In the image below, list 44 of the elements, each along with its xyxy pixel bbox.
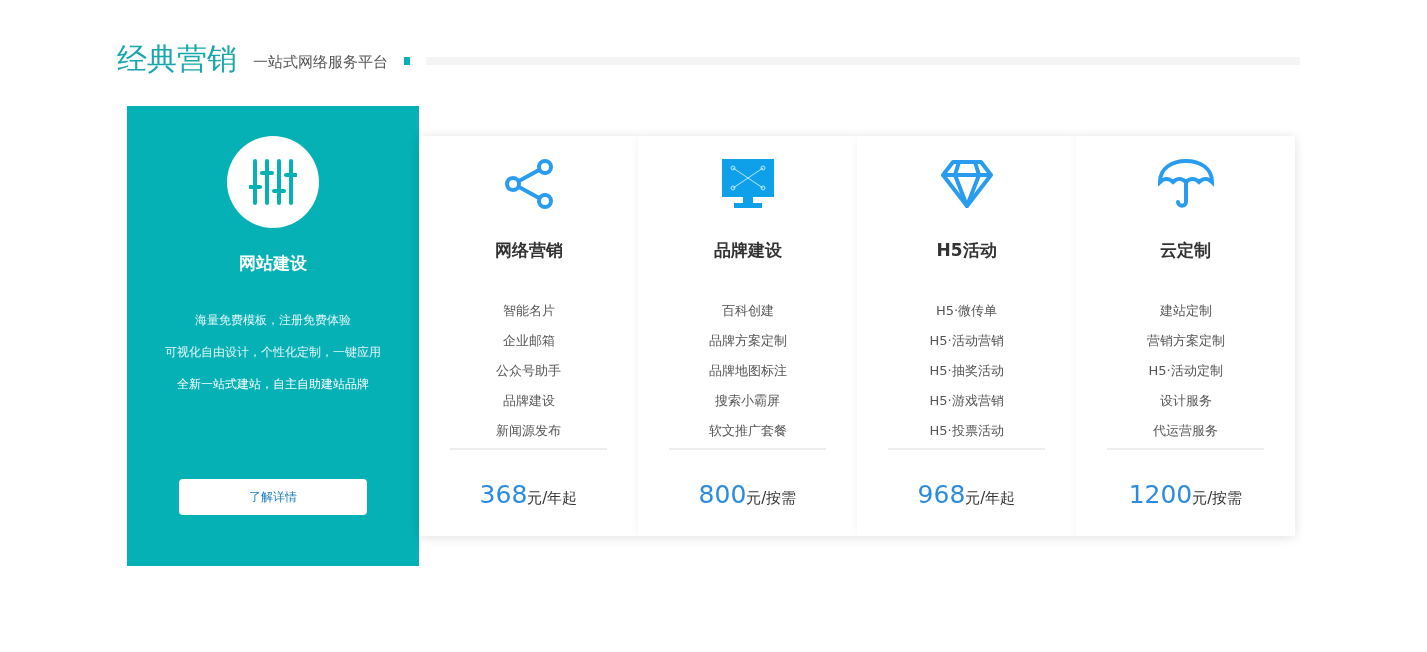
plan-feature: 搜索小霸屏	[715, 392, 780, 410]
plan-feature: 百科创建	[721, 302, 774, 320]
plan-feature: 品牌方案定制	[708, 332, 787, 350]
price-unit: 元/按需	[746, 489, 797, 508]
section-title: 经典营销	[117, 39, 237, 78]
price: 1200	[1128, 480, 1193, 509]
share-icon	[502, 157, 555, 210]
accent-square	[404, 57, 410, 65]
feature-text: 全新一站式建站，自主自助建站品牌	[177, 376, 369, 393]
plan-feature: 建站定制	[1159, 302, 1212, 320]
plan-feature: 品牌建设	[502, 392, 555, 410]
feature-text: 海量免费模板，注册免费体验	[195, 312, 351, 329]
plan-feature: H5·微传单	[935, 302, 998, 320]
plan-feature: 公众号助手	[496, 362, 561, 380]
plan-feature: H5·抽奖活动	[929, 362, 1004, 380]
price: 968	[917, 480, 966, 509]
plan-feature: 企业邮箱	[502, 332, 555, 350]
plan-feature: 品牌地图标注	[708, 362, 787, 380]
feature-text: 可视化自由设计，个性化定制，一键应用	[165, 344, 381, 361]
monitor-icon	[720, 157, 775, 210]
plan-feature: H5·活动营销	[929, 332, 1004, 350]
plan-feature: H5·投票活动	[929, 422, 1004, 440]
plan-title: H5活动	[936, 239, 997, 262]
feature-title: 网站建设	[239, 252, 307, 275]
plan-feature: 软文推广套餐	[708, 422, 787, 440]
plan-feature: H5·活动定制	[1148, 362, 1223, 380]
plan-title: 网络营销	[494, 239, 563, 262]
plan-feature: 营销方案定制	[1146, 332, 1225, 350]
plan-feature: 代运营服务	[1153, 422, 1218, 440]
price-unit: 元/年起	[965, 489, 1016, 508]
price: 800	[698, 480, 747, 509]
diamond-icon	[940, 158, 993, 209]
umbrella-icon	[1156, 157, 1215, 210]
details-button[interactable]: 了解详情	[179, 479, 367, 515]
price: 368	[479, 480, 528, 509]
price-unit: 元/年起	[527, 489, 578, 508]
plan-title: 云定制	[1160, 239, 1211, 262]
plan-feature: 新闻源发布	[496, 422, 561, 440]
plan-feature: 设计服务	[1159, 392, 1212, 410]
plan-title: 品牌建设	[713, 239, 782, 262]
section-subtitle: 一站式网络服务平台	[253, 52, 388, 72]
price-unit: 元/按需	[1192, 489, 1243, 508]
plan-feature: 智能名片	[502, 302, 555, 320]
plan-feature: H5·游戏营销	[929, 392, 1004, 410]
